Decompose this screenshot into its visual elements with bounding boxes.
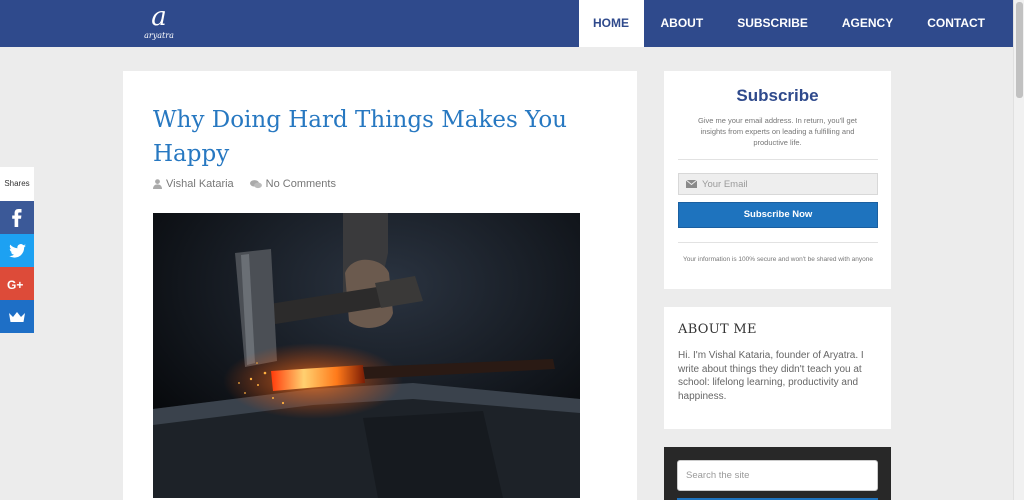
user-icon: [153, 179, 162, 189]
subscribe-divider-top: [678, 159, 878, 160]
post-author[interactable]: Vishal Kataria: [153, 178, 234, 190]
logo-text: aryatra: [144, 31, 174, 40]
comments-icon: [249, 179, 262, 188]
logo-mark: a: [151, 2, 167, 32]
article-card: Why Doing Hard Things Makes You Happy Vi…: [123, 71, 637, 500]
subscribe-description: Give me your email address. In return, y…: [697, 116, 857, 147]
nav-item-home[interactable]: HOME: [578, 0, 644, 47]
comments-count: No Comments: [265, 178, 336, 190]
scrollbar-thumb[interactable]: [1016, 2, 1023, 98]
subscribe-title: Subscribe: [736, 86, 819, 105]
page-scrollbar[interactable]: [1013, 0, 1024, 500]
nav-item-about[interactable]: ABOUT: [644, 0, 721, 47]
search-widget: [664, 447, 891, 500]
post-featured-image[interactable]: [153, 213, 580, 498]
twitter-icon: [8, 243, 26, 258]
about-text: Hi. I'm Vishal Kataria, founder of Aryat…: [678, 350, 864, 402]
author-name: Vishal Kataria: [166, 178, 234, 190]
email-field[interactable]: [678, 173, 878, 195]
google-plus-share-button[interactable]: G+: [0, 267, 34, 300]
post-meta: Vishal Kataria No Comments: [153, 178, 352, 190]
facebook-icon: [12, 208, 22, 227]
shares-label: Shares: [0, 167, 34, 201]
sumo-crown-icon: [9, 311, 25, 322]
search-input[interactable]: [677, 460, 878, 491]
post-title[interactable]: Why Doing Hard Things Makes You Happy: [153, 103, 593, 171]
share-bar: Shares G+: [0, 167, 34, 333]
subscribe-widget: Subscribe Give me your email address. In…: [664, 71, 891, 289]
svg-text:G+: G+: [7, 278, 23, 290]
main-nav: HOME ABOUT SUBSCRIBE AGENCY CONTACT: [578, 0, 1002, 47]
site-logo[interactable]: a aryatra: [141, 3, 177, 45]
nav-item-contact[interactable]: CONTACT: [910, 0, 1002, 47]
envelope-icon: [686, 180, 697, 188]
google-plus-icon: G+: [7, 278, 23, 290]
subscribe-privacy-note: Your information is 100% secure and won'…: [683, 256, 873, 263]
site-header: a aryatra HOME ABOUT SUBSCRIBE AGENCY CO…: [0, 0, 1013, 47]
subscribe-now-button[interactable]: Subscribe Now: [678, 202, 878, 228]
facebook-share-button[interactable]: [0, 201, 34, 234]
subscribe-divider-bottom: [678, 242, 878, 243]
sumo-share-button[interactable]: [0, 300, 34, 333]
post-comments[interactable]: No Comments: [249, 178, 336, 190]
blacksmith-image: [153, 213, 580, 498]
nav-item-subscribe[interactable]: SUBSCRIBE: [720, 0, 825, 47]
nav-item-agency[interactable]: AGENCY: [825, 0, 910, 47]
twitter-share-button[interactable]: [0, 234, 34, 267]
about-widget: ABOUT ME Hi. I'm Vishal Kataria, founder…: [664, 307, 891, 429]
email-input[interactable]: [702, 178, 867, 190]
about-title: ABOUT ME: [678, 322, 757, 337]
